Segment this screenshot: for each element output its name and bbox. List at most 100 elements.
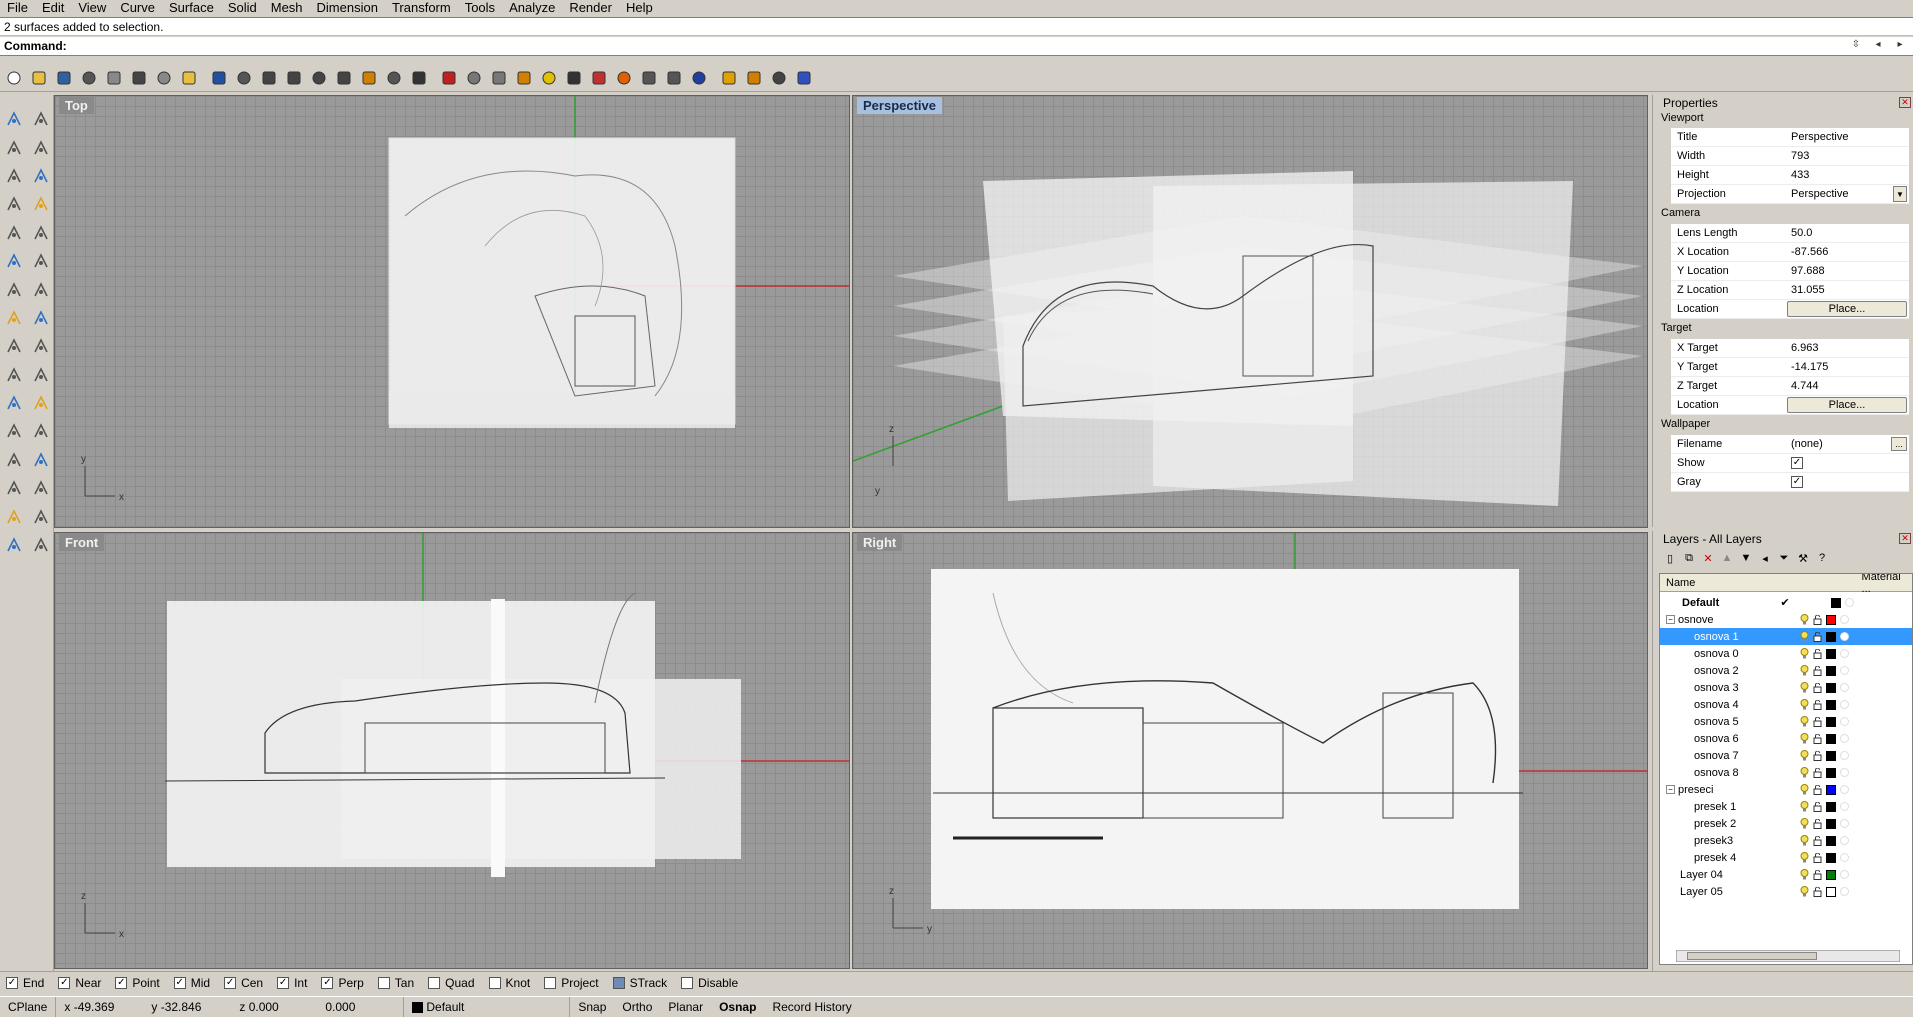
unlock-icon[interactable] <box>1813 733 1822 744</box>
unlock-icon[interactable] <box>1813 801 1822 812</box>
layer-row[interactable]: presek 1 <box>1660 798 1912 815</box>
cplane-label[interactable]: CPlane <box>0 997 55 1017</box>
lightbulb-icon[interactable] <box>1800 716 1809 727</box>
polygon-icon[interactable] <box>0 219 27 247</box>
layer-color-swatch[interactable] <box>1826 716 1836 727</box>
prop-value[interactable]: Perspective ▼ <box>1787 185 1909 203</box>
move-parent-icon[interactable]: ◂ <box>1758 551 1772 565</box>
current-layer-check[interactable]: ✔ <box>1770 596 1800 609</box>
osnap-knot[interactable]: Knot <box>488 976 530 990</box>
unlock-icon[interactable] <box>1813 648 1822 659</box>
menu-analyze[interactable]: Analyze <box>502 0 562 16</box>
osnap-point[interactable]: ✓ Point <box>115 976 160 990</box>
prop-value[interactable]: 31.055 <box>1787 281 1909 299</box>
layer-row[interactable]: osnova 1 <box>1660 628 1912 645</box>
new-layer-icon[interactable]: ▯ <box>1663 551 1677 565</box>
move-up-icon[interactable]: ▲ <box>1720 551 1734 565</box>
viewport-top[interactable]: Top x y <box>54 95 850 528</box>
offset-icon[interactable] <box>27 247 54 275</box>
material-icon[interactable] <box>1840 785 1849 794</box>
move-icon[interactable] <box>27 446 54 474</box>
lightbulb-icon[interactable] <box>1800 767 1809 778</box>
wireframe-icon[interactable] <box>637 66 661 90</box>
lightbulb-icon[interactable] <box>1800 818 1809 829</box>
menu-help[interactable]: Help <box>619 0 660 16</box>
material-icon[interactable] <box>1840 853 1849 862</box>
status-snap-button[interactable]: Snap <box>570 997 614 1017</box>
place-button[interactable]: Place... <box>1787 397 1907 413</box>
lightbulb-icon[interactable] <box>1800 699 1809 710</box>
osnap-disable[interactable]: Disable <box>681 976 738 990</box>
osnap-end[interactable]: ✓ End <box>6 976 44 990</box>
material-icon[interactable] <box>1840 734 1849 743</box>
osnap-checkbox[interactable] <box>544 976 557 989</box>
layer-row[interactable]: osnova 4 <box>1660 696 1912 713</box>
zoom-extents-icon[interactable] <box>332 66 356 90</box>
box-icon[interactable] <box>0 304 27 332</box>
osnap-mid[interactable]: ✓ Mid <box>173 976 210 990</box>
rotate-view-icon[interactable] <box>257 66 281 90</box>
layer-color-swatch[interactable] <box>1831 597 1841 608</box>
options-icon[interactable] <box>742 66 766 90</box>
material-icon[interactable] <box>1840 632 1849 641</box>
prop-value[interactable]: 4.744 <box>1787 377 1909 395</box>
command-next-icon[interactable]: ▸ <box>1893 39 1907 50</box>
viewport-title-right[interactable]: Right <box>857 534 903 551</box>
layer-row[interactable]: Layer 05 <box>1660 883 1912 900</box>
material-icon[interactable] <box>1840 751 1849 760</box>
help-icon[interactable] <box>792 66 816 90</box>
trim-icon[interactable] <box>0 417 27 445</box>
osnap-checkbox[interactable]: ✓ <box>277 976 290 989</box>
material-icon[interactable] <box>1840 717 1849 726</box>
scroll-thumb[interactable] <box>1687 952 1817 960</box>
explode-icon[interactable] <box>27 361 54 389</box>
lightbulb-icon[interactable] <box>1800 869 1809 880</box>
collapse-icon[interactable]: − <box>1666 785 1675 794</box>
unlock-icon[interactable] <box>1813 682 1822 693</box>
unlock-icon[interactable] <box>1813 869 1822 880</box>
menu-file[interactable]: File <box>0 0 35 16</box>
undo-icon[interactable] <box>207 66 231 90</box>
lightbulb-icon[interactable] <box>1800 750 1809 761</box>
lightbulb-icon[interactable] <box>1800 852 1809 863</box>
layer-row[interactable]: osnova 7 <box>1660 747 1912 764</box>
layer-row[interactable]: − preseci <box>1660 781 1912 798</box>
material-icon[interactable] <box>1840 870 1849 879</box>
command-line[interactable]: Command: <box>0 37 1913 56</box>
menu-dimension[interactable]: Dimension <box>310 0 385 16</box>
place-button[interactable]: Place... <box>1787 301 1907 317</box>
prop-value[interactable]: Perspective <box>1787 128 1909 146</box>
save-icon[interactable] <box>52 66 76 90</box>
layer-row[interactable]: osnova 5 <box>1660 713 1912 730</box>
layer-color-swatch[interactable] <box>1826 886 1836 897</box>
prop-value[interactable]: 433 <box>1787 166 1909 184</box>
array-icon[interactable] <box>0 446 27 474</box>
layer-color-swatch[interactable] <box>1826 784 1836 795</box>
menu-render[interactable]: Render <box>562 0 619 16</box>
material-icon[interactable] <box>1840 768 1849 777</box>
layer-row[interactable]: presek 4 <box>1660 849 1912 866</box>
grid-icon[interactable] <box>767 66 791 90</box>
layer-color-swatch[interactable] <box>1826 614 1836 625</box>
unlock-icon[interactable] <box>1813 631 1822 642</box>
block-icon[interactable] <box>0 531 27 559</box>
pan-icon[interactable] <box>232 66 256 90</box>
delete-layer-icon[interactable]: ✕ <box>1701 551 1715 565</box>
osnap-perp[interactable]: ✓ Perp <box>321 976 364 990</box>
layout-icon[interactable] <box>27 502 54 530</box>
lightbulb-icon[interactable] <box>1800 886 1809 897</box>
print-icon[interactable] <box>77 66 101 90</box>
undo-view-icon[interactable] <box>382 66 406 90</box>
pencil-icon[interactable] <box>717 66 741 90</box>
shaded-icon[interactable] <box>662 66 686 90</box>
cylinder-icon[interactable] <box>0 332 27 360</box>
status-planar-button[interactable]: Planar <box>660 997 711 1017</box>
material-icon[interactable] <box>1840 819 1849 828</box>
lightbulb-icon[interactable] <box>1800 835 1809 846</box>
mesh-icon[interactable] <box>27 332 54 360</box>
zoom-selected-icon[interactable] <box>357 66 381 90</box>
open-icon[interactable] <box>27 66 51 90</box>
surface-icon[interactable] <box>0 275 27 303</box>
osnap-project[interactable]: Project <box>544 976 599 990</box>
command-input[interactable] <box>70 39 1909 53</box>
